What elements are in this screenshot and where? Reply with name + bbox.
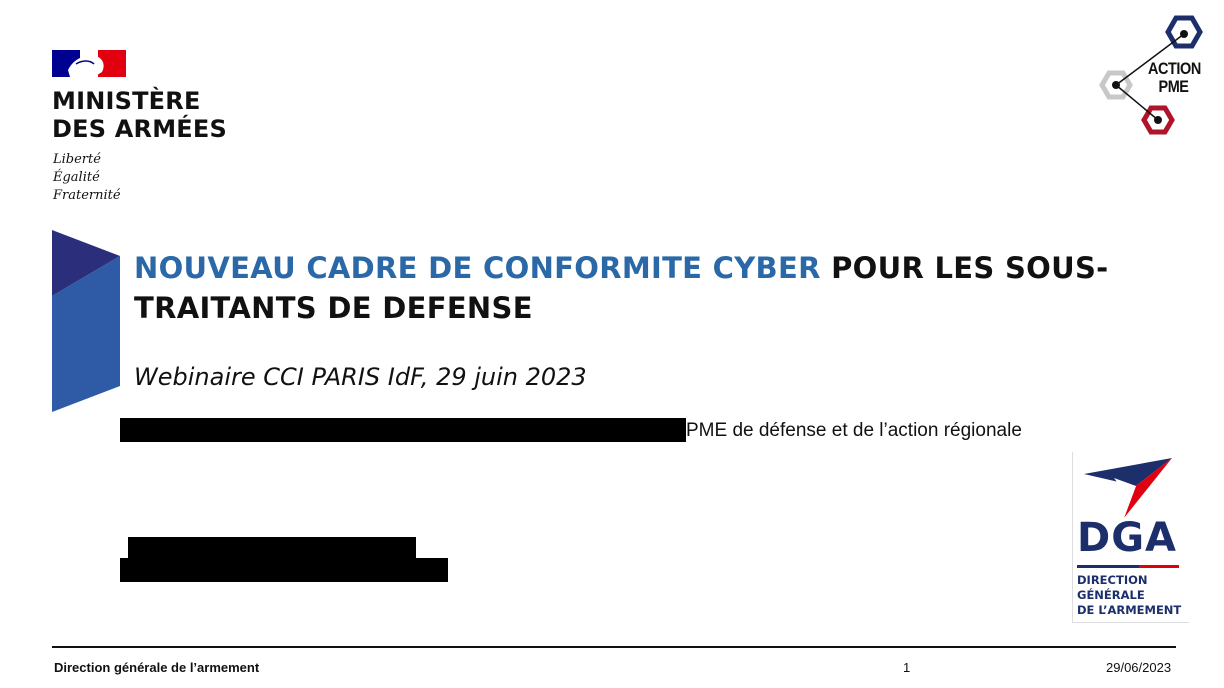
footer-organization: Direction générale de l’armement: [54, 660, 260, 675]
dga-full-line2: GÉNÉRALE: [1077, 588, 1145, 602]
dga-arrow-icon: [1084, 458, 1172, 518]
marianne-flag-logo: [52, 50, 126, 77]
dga-underline-blue: [1077, 565, 1139, 568]
dga-full-line3: DE L’ARMEMENT: [1077, 603, 1182, 617]
action-pme-text: ACTION PME: [1148, 59, 1201, 96]
ministry-name: MINISTÈRE DES ARMÉES: [52, 87, 227, 143]
dga-underline-red: [1139, 565, 1179, 568]
redaction-bar-name: [128, 537, 416, 559]
republic-motto: Liberté Égalité Fraternité: [53, 151, 121, 205]
dga-full-name: DIRECTION GÉNÉRALE DE L’ARMEMENT: [1077, 573, 1181, 618]
speaker-role-text: PME de défense et de l’action régionale: [686, 420, 1022, 441]
action-pme-line2: PME: [1158, 77, 1189, 96]
footer-page-number: 1: [903, 660, 911, 675]
ministry-name-line2: DES ARMÉES: [52, 115, 227, 143]
redaction-bar-role: [120, 418, 686, 442]
motto-fraternite: Fraternité: [53, 188, 121, 203]
footer-date: 29/06/2023: [1106, 660, 1172, 675]
redaction-bar-title: [120, 558, 448, 582]
title-highlight: NOUVEAU CADRE DE CONFORMITE CYBER: [134, 251, 821, 285]
motto-liberte: Liberté: [53, 152, 101, 167]
ministry-name-line1: MINISTÈRE: [52, 87, 201, 115]
dga-acronym: DGA: [1077, 515, 1177, 561]
presentation-subtitle: Webinaire CCI PARIS IdF, 29 juin 2023: [134, 363, 587, 391]
decorative-triangle: [52, 230, 120, 412]
dga-full-line1: DIRECTION: [1077, 573, 1148, 587]
action-pme-line1: ACTION: [1148, 59, 1201, 78]
presentation-title: NOUVEAU CADRE DE CONFORMITE CYBER POUR L…: [134, 248, 1174, 328]
footer-divider: [52, 646, 1176, 648]
motto-egalite: Égalité: [53, 170, 100, 185]
